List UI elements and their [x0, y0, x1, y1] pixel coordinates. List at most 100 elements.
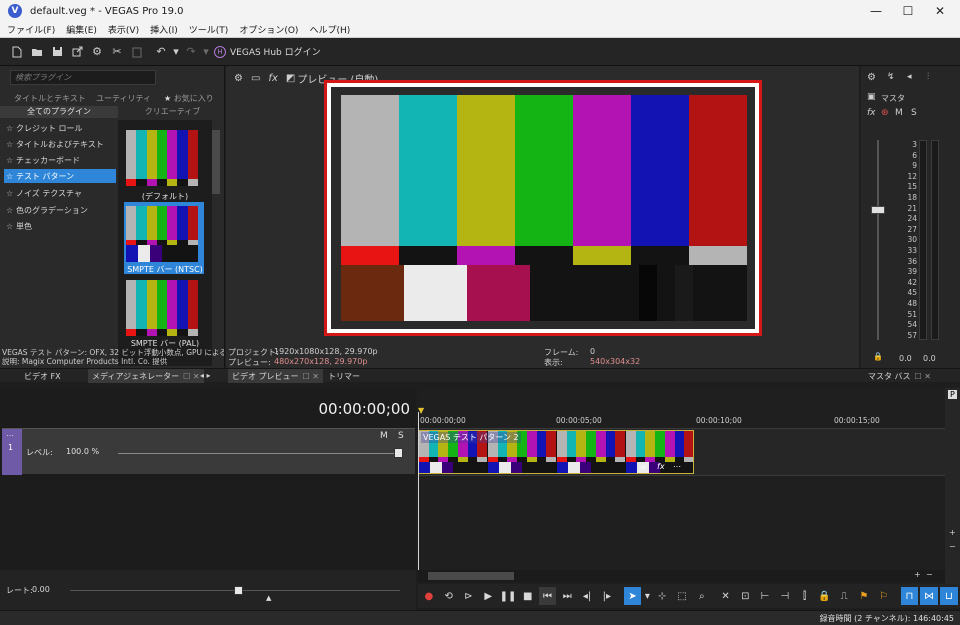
menu-tools[interactable]: ツール(T) [189, 23, 229, 36]
rate-slider-knob[interactable] [234, 586, 243, 595]
preview-fx-icon[interactable]: fx [268, 73, 277, 84]
previous-frame-button[interactable]: ◂| [578, 587, 596, 605]
envelope-tool-button[interactable]: ⊹ [653, 587, 671, 605]
undo-dropdown-icon[interactable]: ▾ [172, 43, 180, 61]
menu-edit[interactable]: 編集(E) [66, 23, 97, 36]
tab-video-fx[interactable]: ビデオ FX [20, 369, 65, 383]
master-fx-button[interactable]: fx [867, 108, 876, 118]
vertical-scroll-pin-icon[interactable]: P [948, 390, 957, 399]
paste-icon[interactable] [128, 43, 146, 61]
loop-button[interactable]: ⟲ [440, 587, 458, 605]
play-button[interactable]: ▶ [479, 587, 497, 605]
next-frame-button[interactable]: |▸ [598, 587, 616, 605]
master-checkbox-icon[interactable]: ▣ [867, 92, 876, 102]
track-level-slider[interactable] [118, 453, 400, 454]
clip-crop-icon[interactable]: ⌗ [641, 463, 646, 473]
preset-smpte-ntsc[interactable] [126, 206, 198, 262]
plugin-item-test-pattern[interactable]: ☆ テスト パターン [4, 169, 116, 183]
tab-scroll-icon[interactable]: ◂ ▸ [200, 371, 211, 380]
preset-scrollbar[interactable] [212, 130, 220, 194]
master-solo-button[interactable]: S [911, 108, 917, 118]
plugin-item-checkerboard[interactable]: ☆ チェッカーボード [4, 153, 116, 167]
undo-icon[interactable]: ↶ [152, 43, 170, 61]
master-lock-icon[interactable]: 🔒 [873, 352, 883, 361]
lock-button[interactable]: 🔒 [815, 587, 833, 605]
horizontal-zoom-in-icon[interactable]: + [914, 570, 921, 579]
test-pattern-clip[interactable]: VEGAS テスト パターン 2 ⌗ fx ⋯ [418, 430, 694, 474]
menu-help[interactable]: ヘルプ(H) [309, 23, 350, 36]
horizontal-scroll-thumb[interactable] [428, 572, 514, 580]
plugin-item-solid-color[interactable]: ☆ 単色 [4, 219, 116, 233]
mark-in-button[interactable]: ⎍ [835, 587, 853, 605]
master-mute-button[interactable]: M [895, 108, 903, 118]
cut-icon[interactable]: ✂ [108, 43, 126, 61]
delete-button[interactable]: ✕ [717, 587, 735, 605]
preset-default[interactable] [126, 130, 198, 186]
go-to-end-button[interactable]: ⏭ [558, 587, 576, 605]
close-button[interactable]: ✕ [924, 0, 956, 22]
vertical-zoom-in-icon[interactable]: + [949, 528, 956, 537]
video-track-header[interactable]: ⋯ 1 M S レベル: 100.0 % [2, 428, 415, 475]
preview-settings-icon[interactable]: ⚙ [234, 73, 243, 84]
new-file-icon[interactable] [8, 43, 26, 61]
group-tab-creative[interactable]: クリエーティブ [120, 106, 225, 118]
time-ruler[interactable]: 00:00:00;00 00:00:05;00 00:00:10;00 00:0… [418, 412, 945, 428]
plugin-item-color-gradient[interactable]: ☆ 色のグラデーション [4, 203, 116, 217]
marker-button[interactable]: ⚑ [855, 587, 873, 605]
plugin-search-input[interactable]: 検索プラグイン [10, 70, 156, 85]
tab-close-icon[interactable]: ☐ ✕ [183, 372, 199, 381]
save-icon[interactable] [48, 43, 66, 61]
trim-button[interactable]: ⊡ [736, 587, 754, 605]
trim-start-button[interactable]: ⊢ [756, 587, 774, 605]
tab-master-bus[interactable]: マスタ バス ☐ ✕ [864, 369, 935, 383]
group-tab-all-plugins[interactable]: 全てのプラグイン [0, 106, 118, 118]
plugin-item-noise-texture[interactable]: ☆ ノイズ テクスチャ [4, 186, 116, 200]
track-level-knob[interactable] [394, 448, 403, 458]
master-fader-knob[interactable] [871, 206, 885, 214]
stop-button[interactable]: ■ [519, 587, 537, 605]
timeline[interactable]: ▼ 00:00:00;00 00:00:05;00 00:00:10;00 00… [418, 388, 945, 570]
selection-tool-button[interactable]: ⬚ [673, 587, 691, 605]
master-settings-icon[interactable]: ⚙ [867, 72, 876, 83]
tab-video-preview[interactable]: ビデオ プレビュー ☐ ✕ [228, 369, 323, 383]
lock-envelopes-button[interactable]: ⊔ [940, 587, 958, 605]
maximize-button[interactable]: ☐ [892, 0, 924, 22]
plugin-item-credit-roll[interactable]: ☆ クレジット ロール [4, 121, 116, 135]
snap-button[interactable]: ⊓ [900, 587, 919, 605]
pause-button[interactable]: ❚❚ [499, 587, 517, 605]
zoom-tool-button[interactable]: ⌕ [693, 587, 711, 605]
vertical-zoom-out-icon[interactable]: − [949, 542, 956, 551]
category-tab-titles[interactable]: タイトルとテキスト [14, 93, 86, 104]
tab-close-icon[interactable]: ☐ ✕ [303, 372, 319, 381]
horizontal-zoom-out-icon[interactable]: − [926, 570, 933, 579]
redo-icon[interactable]: ↷ [182, 43, 200, 61]
play-from-start-button[interactable]: ⊳ [460, 587, 478, 605]
master-downmix-icon[interactable]: ◂ [907, 72, 912, 82]
timeline-horizontal-scrollbar[interactable]: + − [418, 570, 945, 582]
menu-insert[interactable]: 挿入(I) [150, 23, 178, 36]
split-button[interactable]: ⫿ [796, 587, 814, 605]
vegas-hub-login[interactable]: H VEGAS Hub ログイン [214, 45, 321, 58]
tab-media-generators[interactable]: メディアジェネレーター ☐ ✕ [88, 369, 204, 383]
go-to-start-button[interactable]: ⏮ [538, 587, 557, 605]
track-number-strip[interactable]: ⋯ 1 [2, 429, 22, 475]
preset-smpte-pal[interactable] [126, 280, 198, 336]
tab-trimmer[interactable]: トリマー [324, 369, 364, 383]
open-folder-icon[interactable] [28, 43, 46, 61]
preview-external-monitor-icon[interactable]: ▭ [251, 73, 260, 84]
playhead[interactable] [418, 412, 419, 570]
normal-edit-tool-button[interactable]: ➤ [623, 587, 642, 605]
export-icon[interactable] [68, 43, 86, 61]
edit-tool-dropdown-icon[interactable]: ▾ [643, 587, 651, 605]
master-record-icon[interactable]: ⊛ [881, 108, 889, 118]
trim-end-button[interactable]: ⊣ [776, 587, 794, 605]
track-solo-button[interactable]: S [398, 431, 404, 441]
record-button[interactable]: ● [420, 587, 438, 605]
track-mute-button[interactable]: M [380, 431, 388, 441]
region-button[interactable]: ⚐ [875, 587, 893, 605]
menu-file[interactable]: ファイル(F) [7, 23, 55, 36]
tab-close-icon[interactable]: ☐ ✕ [915, 372, 931, 381]
category-tab-utility[interactable]: ユーティリティ [96, 93, 151, 104]
clip-menu-icon[interactable]: ⋯ [673, 462, 681, 471]
timeline-vertical-scrollbar[interactable]: P + − [945, 388, 960, 584]
